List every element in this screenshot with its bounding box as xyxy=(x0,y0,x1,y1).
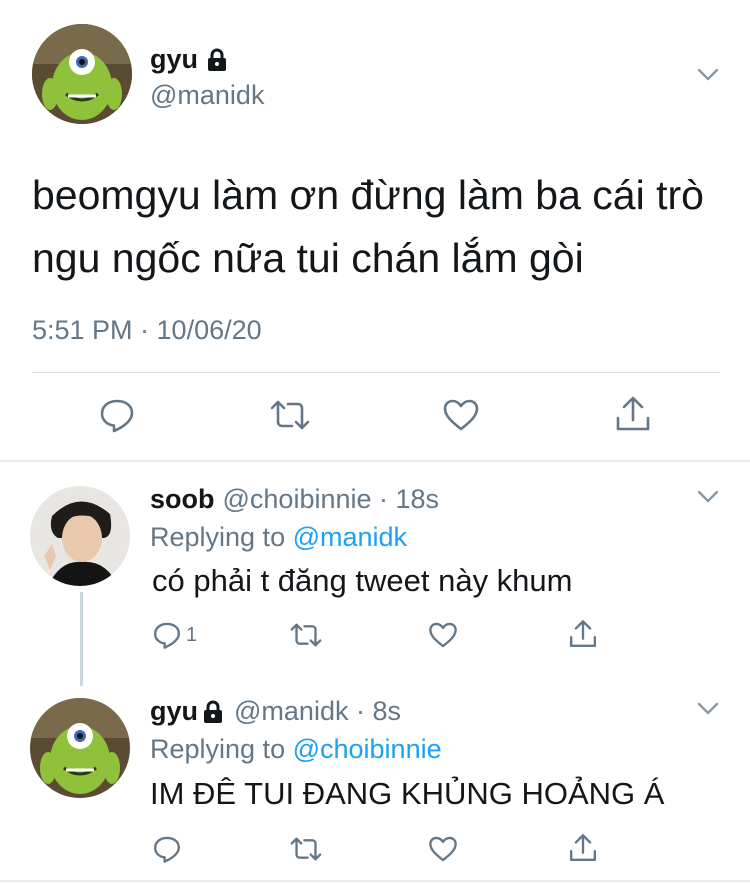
share-icon xyxy=(569,620,597,648)
handle-and-time[interactable]: @manidk · 8s xyxy=(234,696,401,727)
lock-icon xyxy=(208,48,227,71)
thread-connector-line xyxy=(80,592,83,686)
chevron-down-icon[interactable] xyxy=(697,490,719,504)
like-button[interactable] xyxy=(442,396,480,434)
tweet-text: có phải t đăng tweet này khum xyxy=(152,563,573,598)
replying-to-label: Replying to xyxy=(150,522,293,552)
retweet-button[interactable] xyxy=(288,620,324,650)
display-name[interactable]: gyu xyxy=(150,696,198,727)
like-icon xyxy=(429,836,457,862)
share-icon xyxy=(569,834,597,862)
mention-link[interactable]: @choibinnie xyxy=(293,734,442,764)
reply-button[interactable] xyxy=(98,396,136,434)
chevron-down-icon[interactable] xyxy=(697,68,719,82)
lock-icon xyxy=(204,700,223,723)
display-name-row[interactable]: gyu xyxy=(150,44,228,75)
tweet-timestamp[interactable]: 5:51 PM · 10/06/20 xyxy=(32,315,262,346)
display-name[interactable]: gyu xyxy=(150,44,198,75)
reply-icon xyxy=(153,622,181,649)
reply-button[interactable] xyxy=(152,834,182,864)
retweet-icon xyxy=(290,623,322,647)
like-button[interactable] xyxy=(428,620,458,650)
replying-to-label: Replying to xyxy=(150,734,293,764)
tweet-thread-screen: gyu @manidk beomgyu làm ơn đừng làm ba c… xyxy=(0,0,750,884)
handle-and-time[interactable]: @choibinnie · 18s xyxy=(223,484,440,515)
divider xyxy=(32,372,720,373)
reply-button[interactable]: 1 xyxy=(152,620,197,650)
replying-to: Replying to @manidk xyxy=(150,522,407,553)
avatar[interactable] xyxy=(30,486,130,586)
avatar-image xyxy=(30,698,130,798)
avatar[interactable] xyxy=(30,698,130,798)
share-button[interactable] xyxy=(568,832,598,864)
share-icon xyxy=(616,396,650,431)
chevron-down-icon[interactable] xyxy=(697,702,719,716)
tweet-text: IM ĐÊ TUI ĐANG KHỦNG HOẢNG Á xyxy=(150,776,665,811)
tweet-text: beomgyu làm ơn đừng làm ba cái trò ngu n… xyxy=(32,172,716,281)
divider xyxy=(0,880,750,882)
avatar-image xyxy=(30,486,130,586)
like-icon xyxy=(429,622,457,648)
share-button[interactable] xyxy=(614,394,652,434)
reply-icon xyxy=(100,399,134,433)
like-button[interactable] xyxy=(428,834,458,864)
reply-header: gyu @manidk · 8s xyxy=(150,696,401,727)
reply-count: 1 xyxy=(186,623,198,646)
mention-link[interactable]: @manidk xyxy=(293,522,407,552)
retweet-button[interactable] xyxy=(288,834,324,864)
replying-to: Replying to @choibinnie xyxy=(150,734,442,765)
divider xyxy=(0,460,750,462)
avatar[interactable] xyxy=(32,24,132,124)
like-icon xyxy=(443,399,479,431)
retweet-icon xyxy=(270,400,310,430)
user-handle[interactable]: @manidk xyxy=(150,80,264,111)
display-name[interactable]: soob xyxy=(150,484,215,515)
retweet-button[interactable] xyxy=(268,396,312,434)
reply-icon xyxy=(153,836,181,863)
share-button[interactable] xyxy=(568,618,598,650)
reply-header: soob @choibinnie · 18s xyxy=(150,484,439,515)
retweet-icon xyxy=(290,837,322,861)
avatar-image xyxy=(32,24,132,124)
